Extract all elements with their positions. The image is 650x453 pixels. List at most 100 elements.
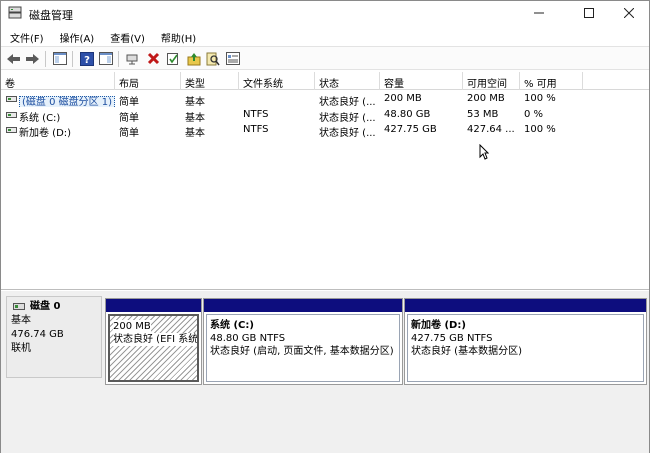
maximize-button[interactable] <box>567 1 611 25</box>
partition-status: 状态良好 (基本数据分区) <box>411 346 522 357</box>
column-header-capacity[interactable]: 容量 <box>380 72 463 90</box>
volume-status: 状态良好 (... <box>319 128 376 138</box>
disk-management-window: 磁盘管理 文件(F) 操作(A) 查看(V) 帮助(H) ? 卷 布局 类型 文… <box>0 0 650 453</box>
volume-free-space: 53 MB <box>467 109 499 120</box>
column-header-layout[interactable]: 布局 <box>115 72 181 90</box>
disk-size: 476.74 GB <box>11 329 64 340</box>
volume-type: 基本 <box>185 113 205 123</box>
title-bar: 磁盘管理 <box>1 1 649 27</box>
disk-management-app-icon <box>8 6 22 19</box>
connect-button[interactable] <box>125 51 141 66</box>
partition-body: 新加卷 (D:) 427.75 GB NTFS 状态良好 (基本数据分区) <box>407 314 644 382</box>
minimize-icon <box>534 12 544 14</box>
partition-name: 系统 (C:) <box>210 320 254 331</box>
disk-info-panel[interactable]: 磁盘 0 基本 476.74 GB 联机 <box>6 296 102 378</box>
help-button[interactable]: ? <box>79 51 95 66</box>
maximize-icon <box>584 8 594 18</box>
column-header-filesystem[interactable]: 文件系统 <box>239 72 315 90</box>
partition-bar <box>405 299 646 312</box>
partition-bar <box>106 299 201 312</box>
disk-graphical-view: 磁盘 0 基本 476.74 GB 联机 200 MB 状态良好 (EFI 系统… <box>1 291 649 453</box>
partition-status: 状态良好 (EFI 系统 <box>113 333 197 346</box>
volume-row[interactable]: 系统 (C:) 简单 基本 NTFS 状态良好 (... 48.80 GB 53… <box>1 108 649 123</box>
volume-type: 基本 <box>185 97 205 107</box>
up-folder-button[interactable] <box>186 51 202 66</box>
details-pane-icon <box>99 52 113 65</box>
toolbar-separator <box>72 51 73 67</box>
volume-percent-free: 0 % <box>524 109 544 120</box>
disk-name: 磁盘 0 <box>30 301 61 312</box>
volume-filesystem: NTFS <box>243 124 269 135</box>
search-icon <box>206 52 220 65</box>
partition-new-volume-d[interactable]: 新加卷 (D:) 427.75 GB NTFS 状态良好 (基本数据分区) <box>404 298 647 385</box>
partition-efi[interactable]: 200 MB 状态良好 (EFI 系统 <box>105 298 202 385</box>
check-icon <box>167 52 178 65</box>
volume-layout: 简单 <box>119 97 139 107</box>
volume-free-space: 427.64 ... <box>467 124 515 135</box>
mouse-cursor-icon <box>479 144 489 160</box>
disk-title: 磁盘 0 <box>11 300 101 314</box>
forward-button[interactable] <box>24 51 40 66</box>
up-folder-icon <box>187 52 201 65</box>
volume-filesystem: NTFS <box>243 109 269 120</box>
partition-system-c[interactable]: 系统 (C:) 48.80 GB NTFS 状态良好 (启动, 页面文件, 基本… <box>203 298 403 385</box>
volume-capacity: 48.80 GB <box>384 109 431 120</box>
console-tree-button[interactable] <box>52 51 68 66</box>
partition-body: 200 MB 状态良好 (EFI 系统 <box>108 314 199 382</box>
properties-icon <box>226 52 240 65</box>
volume-row[interactable]: 新加卷 (D:) 简单 基本 NTFS 状态良好 (... 427.75 GB … <box>1 123 649 138</box>
volume-status: 状态良好 (... <box>319 113 376 123</box>
partition-size: 427.75 GB NTFS <box>411 333 493 344</box>
volume-free-space: 200 MB <box>467 93 505 104</box>
delete-button[interactable] <box>145 51 161 66</box>
partition-name: 新加卷 (D:) <box>411 320 466 331</box>
volume-name: 系统 (C:) <box>19 113 61 123</box>
volume-row[interactable]: (磁盘 0 磁盘分区 1) 简单 基本 状态良好 (... 200 MB 200… <box>1 92 649 107</box>
partition-size: 200 MB <box>113 320 151 333</box>
volume-name: (磁盘 0 磁盘分区 1) <box>19 96 115 107</box>
menu-bar: 文件(F) 操作(A) 查看(V) 帮助(H) <box>1 27 649 46</box>
svg-text:?: ? <box>84 55 90 66</box>
minimize-button[interactable] <box>517 1 561 25</box>
back-button[interactable] <box>5 51 21 66</box>
close-button[interactable] <box>607 1 650 25</box>
volume-capacity: 200 MB <box>384 93 422 104</box>
volume-type: 基本 <box>185 128 205 138</box>
column-header-status[interactable]: 状态 <box>315 72 380 90</box>
volume-status: 状态良好 (... <box>319 97 376 107</box>
partition-bar <box>204 299 402 312</box>
menu-action[interactable]: 操作(A) <box>51 27 102 46</box>
disk-icon <box>13 303 25 310</box>
connect-icon <box>126 54 137 65</box>
check-button[interactable] <box>165 51 181 66</box>
forward-icon <box>25 53 39 64</box>
volume-name: 新加卷 (D:) <box>19 128 72 138</box>
toolbar: ? <box>1 46 649 70</box>
console-tree-icon <box>53 52 67 65</box>
delete-icon <box>147 52 159 65</box>
volume-layout: 简单 <box>119 113 139 123</box>
volume-percent-free: 100 % <box>524 93 556 104</box>
details-pane-button[interactable] <box>98 51 114 66</box>
column-header-type[interactable]: 类型 <box>181 72 239 90</box>
properties-button[interactable] <box>225 51 241 66</box>
help-icon: ? <box>80 51 94 66</box>
disk-type: 基本 <box>11 315 31 326</box>
volume-filesystem <box>239 92 315 107</box>
toolbar-separator <box>45 51 46 67</box>
partition-body: 系统 (C:) 48.80 GB NTFS 状态良好 (启动, 页面文件, 基本… <box>206 314 400 382</box>
volume-percent-free: 100 % <box>524 124 556 135</box>
menu-help[interactable]: 帮助(H) <box>152 27 203 46</box>
column-header-volume[interactable]: 卷 <box>1 72 115 90</box>
volume-capacity: 427.75 GB <box>384 124 437 135</box>
search-button[interactable] <box>205 51 221 66</box>
menu-file[interactable]: 文件(F) <box>1 27 51 46</box>
volume-list-header: 卷 布局 类型 文件系统 状态 容量 可用空间 % 可用 <box>1 72 649 90</box>
column-header-percent-free[interactable]: % 可用 <box>520 72 583 90</box>
disk-status: 联机 <box>11 343 31 354</box>
back-icon <box>6 53 20 64</box>
close-icon <box>624 8 634 18</box>
column-header-free-space[interactable]: 可用空间 <box>463 72 520 90</box>
menu-view[interactable]: 查看(V) <box>101 27 152 46</box>
window-title: 磁盘管理 <box>29 9 73 22</box>
